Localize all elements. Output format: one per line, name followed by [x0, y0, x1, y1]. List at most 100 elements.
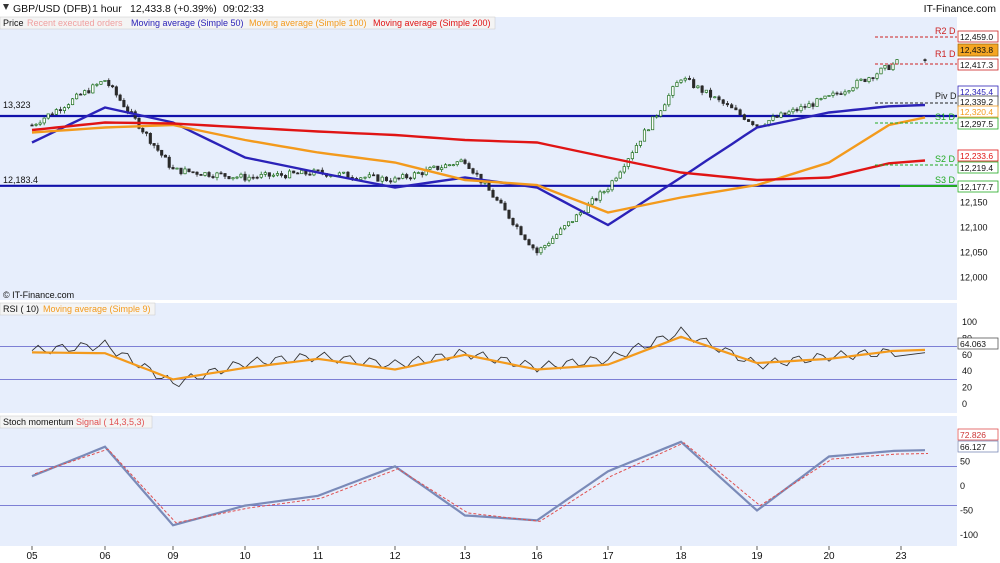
- legend-recent-orders[interactable]: Recent executed orders: [27, 18, 123, 28]
- candle-body: [847, 90, 851, 93]
- legend-stoch[interactable]: Stoch momentum: [3, 417, 74, 427]
- ma100-value: 12,320.4: [960, 107, 993, 117]
- candle-body: [923, 59, 927, 61]
- candle-body: [783, 112, 787, 115]
- stoch-panel: Stoch momentum Signal ( 14,3,5,3): [0, 415, 957, 546]
- timeframe-label: 1 hour: [92, 3, 122, 15]
- candle-body: [38, 122, 42, 125]
- candle-body: [531, 244, 535, 249]
- x-tick-label: 13: [459, 551, 471, 562]
- candle-body: [622, 166, 626, 173]
- candle-body: [428, 167, 432, 170]
- candle-body: [647, 129, 651, 132]
- rsi-tick-label: 40: [962, 366, 972, 376]
- candle-body: [346, 171, 350, 178]
- candle-body: [598, 191, 602, 201]
- x-axis-bg: [0, 547, 1000, 563]
- legend-price[interactable]: Price: [3, 18, 24, 28]
- candle-body: [879, 67, 883, 75]
- candle-body: [791, 108, 795, 113]
- candle-body: [563, 225, 567, 230]
- candle-body: [114, 86, 118, 96]
- candle-body: [203, 172, 207, 176]
- candle-body: [507, 209, 511, 219]
- candle-body: [700, 85, 704, 93]
- candle-body: [815, 98, 819, 107]
- candle-body: [87, 90, 91, 94]
- current-price-value: 12,433.8: [960, 45, 993, 55]
- r2-label: R2 D: [935, 26, 956, 36]
- candle-body: [54, 109, 58, 115]
- candle-body: [803, 106, 807, 108]
- candle-body: [66, 104, 71, 109]
- x-tick-label: 11: [313, 551, 324, 562]
- price-tick-label: 12,150: [960, 198, 988, 208]
- candle-body: [675, 82, 679, 87]
- legend-ma50[interactable]: Moving average (Simple 50): [131, 18, 244, 28]
- legend-rsi-ma[interactable]: Moving average (Simple 9): [43, 304, 151, 314]
- s1-value: 12,297.5: [960, 119, 993, 129]
- candle-body: [487, 181, 491, 191]
- x-tick-label: 09: [167, 551, 179, 562]
- legend-rsi[interactable]: RSI ( 10): [3, 304, 39, 314]
- candle-body: [717, 96, 721, 101]
- x-tick-label: 19: [751, 551, 763, 562]
- candle-body: [515, 224, 519, 227]
- price-change-label: 12,433.8 (+0.39%): [130, 3, 217, 15]
- candle-body: [337, 172, 341, 176]
- price-axis: 12,000 12,050 12,100 12,150: [960, 198, 988, 283]
- candle-body: [440, 167, 444, 170]
- candle-body: [255, 176, 259, 179]
- candle-body: [535, 247, 539, 254]
- candle-body: [843, 91, 847, 95]
- candle-body: [451, 164, 455, 167]
- candle-body: [191, 171, 195, 174]
- candle-body: [111, 85, 115, 88]
- r2-value: 12,459.0: [960, 32, 993, 42]
- candle-body: [271, 174, 275, 177]
- candle-body: [300, 170, 304, 175]
- candle-body: [199, 174, 203, 176]
- candle-body: [725, 103, 729, 106]
- r1-label: R1 D: [935, 49, 956, 59]
- legend-stoch-signal[interactable]: Signal ( 14,3,5,3): [76, 417, 145, 427]
- candle-body: [316, 169, 320, 172]
- ma200-value: 12,233.6: [960, 151, 993, 161]
- ma50-value: 12,345.4: [960, 87, 993, 97]
- legend-ma100[interactable]: Moving average (Simple 100): [249, 18, 367, 28]
- candle-body: [267, 172, 271, 177]
- s2-label: S2 D: [935, 154, 956, 164]
- candle-body: [227, 176, 231, 180]
- candle-body: [263, 172, 267, 175]
- candle-body: [50, 113, 54, 116]
- candle-body: [547, 243, 551, 246]
- s1-label: S1 D: [935, 112, 956, 122]
- rsi-tick-label: 0: [962, 399, 967, 409]
- brand-label: IT-Finance.com: [924, 3, 997, 15]
- x-tick-label: 18: [675, 551, 687, 562]
- candle-body: [819, 98, 823, 100]
- pivot-value: 12,339.2: [960, 97, 993, 107]
- candle-body: [667, 95, 671, 106]
- legend-ma200[interactable]: Moving average (Simple 200): [373, 18, 491, 28]
- candle-body: [141, 127, 145, 133]
- candle-body: [367, 174, 371, 178]
- candle-body: [436, 165, 440, 170]
- candle-body: [610, 180, 614, 191]
- candle-body: [551, 237, 555, 244]
- candle-body: [747, 119, 751, 122]
- candle-body: [775, 116, 779, 118]
- x-tick-label: 20: [823, 551, 835, 562]
- price-panel: Price Recent executed orders Moving aver…: [0, 16, 957, 300]
- candle-body: [863, 78, 867, 82]
- chart-stage: GBP/USD (DFB) 1 hour 12,433.8 (+0.39%) 0…: [0, 0, 1000, 563]
- candle-body: [247, 176, 251, 181]
- stoch-value: 72.826: [960, 430, 986, 440]
- candle-body: [519, 226, 523, 236]
- candle-body: [239, 173, 243, 178]
- candle-body: [511, 217, 515, 226]
- candle-body: [799, 106, 803, 112]
- candle-body: [30, 124, 34, 127]
- candle-body: [122, 99, 126, 108]
- rsi-panel: RSI ( 10) Moving average (Simple 9): [0, 302, 957, 413]
